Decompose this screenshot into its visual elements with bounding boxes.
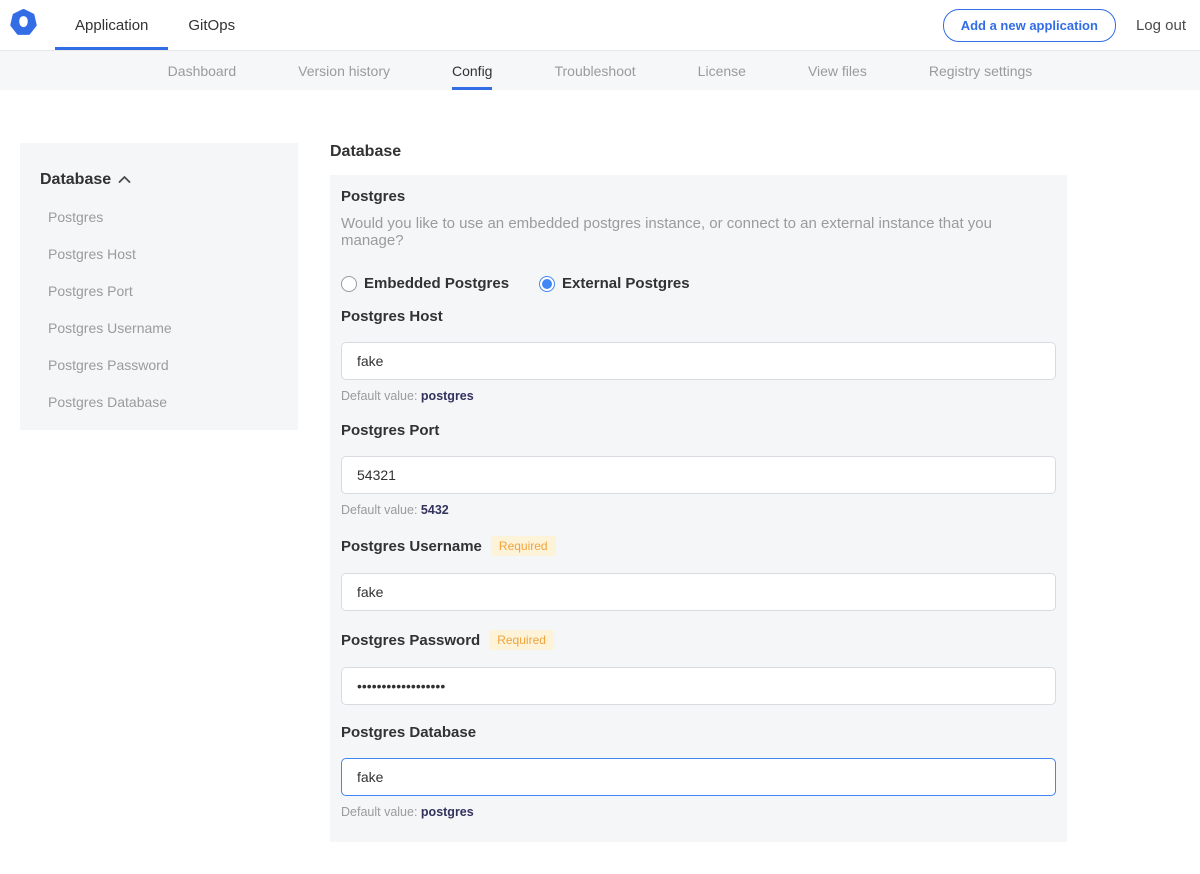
postgres-host-label: Postgres Host [341,308,443,325]
sidebar-item-postgres[interactable]: Postgres [48,209,282,225]
field-postgres-host: Postgres Host Default value: postgres [341,308,1056,403]
postgres-port-input[interactable] [341,456,1056,494]
config-group-title: Database [330,143,1067,161]
default-prefix: Default value: [341,805,417,819]
subtab-license[interactable]: License [698,51,746,90]
required-badge: Required [491,536,556,556]
tab-gitops[interactable]: GitOps [168,0,255,50]
field-postgres-port: Postgres Port Default value: 5432 [341,422,1056,517]
radio-embedded-label: Embedded Postgres [364,275,509,292]
postgres-password-input[interactable] [341,667,1056,705]
default-prefix: Default value: [341,389,417,403]
radio-embedded-postgres[interactable]: Embedded Postgres [341,275,509,292]
config-page: Database Postgres Postgres Host Postgres… [0,90,1200,874]
radio-selected-icon[interactable] [539,276,555,292]
postgres-host-default: Default value: postgres [341,389,1056,403]
config-group-card: Postgres Would you like to use an embedd… [330,175,1067,842]
default-value: 5432 [421,503,449,517]
postgres-database-default: Default value: postgres [341,805,1056,819]
field-postgres-username: Postgres Username Required [341,536,1056,611]
radio-external-label: External Postgres [562,275,690,292]
subtab-version-history[interactable]: Version history [298,51,390,90]
radio-external-postgres[interactable]: External Postgres [539,275,690,292]
postgres-host-input[interactable] [341,342,1056,380]
postgres-password-label: Postgres Password [341,632,480,649]
field-postgres-database: Postgres Database Default value: postgre… [341,724,1056,819]
top-tab-bar: Application GitOps [55,0,255,50]
radio-unselected-icon[interactable] [341,276,357,292]
replicated-logo-icon [10,9,37,41]
top-nav: Application GitOps Add a new application… [0,0,1200,51]
default-prefix: Default value: [341,503,417,517]
subtab-troubleshoot[interactable]: Troubleshoot [554,51,635,90]
sidebar-item-postgres-password[interactable]: Postgres Password [48,357,282,373]
postgres-port-label: Postgres Port [341,422,439,439]
logout-link[interactable]: Log out [1136,17,1186,34]
postgres-database-label: Postgres Database [341,724,476,741]
tab-application[interactable]: Application [55,0,168,50]
postgres-radio-group: Embedded Postgres External Postgres [341,275,1056,292]
app-sub-nav: Dashboard Version history Config Trouble… [0,51,1200,90]
top-nav-right: Add a new application Log out [943,0,1200,50]
config-main: Database Postgres Would you like to use … [330,143,1067,874]
required-badge: Required [489,630,554,650]
subtab-view-files[interactable]: View files [808,51,867,90]
app-logo [10,0,47,50]
postgres-item-label: Postgres [341,188,1056,205]
sidebar-item-list: Postgres Postgres Host Postgres Port Pos… [40,209,282,410]
sidebar-item-postgres-username[interactable]: Postgres Username [48,320,282,336]
sidebar-item-postgres-port[interactable]: Postgres Port [48,283,282,299]
sidebar-group-label: Database [40,171,111,189]
sidebar-item-postgres-database[interactable]: Postgres Database [48,394,282,410]
default-value: postgres [421,389,474,403]
add-new-application-button[interactable]: Add a new application [943,9,1116,42]
chevron-up-icon [118,171,131,189]
sidebar-item-postgres-host[interactable]: Postgres Host [48,246,282,262]
field-postgres-password: Postgres Password Required [341,630,1056,705]
config-sidebar: Database Postgres Postgres Host Postgres… [20,143,298,430]
subtab-dashboard[interactable]: Dashboard [168,51,237,90]
postgres-port-default: Default value: 5432 [341,503,1056,517]
subtab-config[interactable]: Config [452,51,492,90]
default-value: postgres [421,805,474,819]
subtab-registry-settings[interactable]: Registry settings [929,51,1032,90]
sidebar-group-database[interactable]: Database [40,171,282,189]
postgres-help-text: Would you like to use an embedded postgr… [341,215,1056,249]
postgres-username-label: Postgres Username [341,538,482,555]
postgres-database-input[interactable] [341,758,1056,796]
postgres-username-input[interactable] [341,573,1056,611]
